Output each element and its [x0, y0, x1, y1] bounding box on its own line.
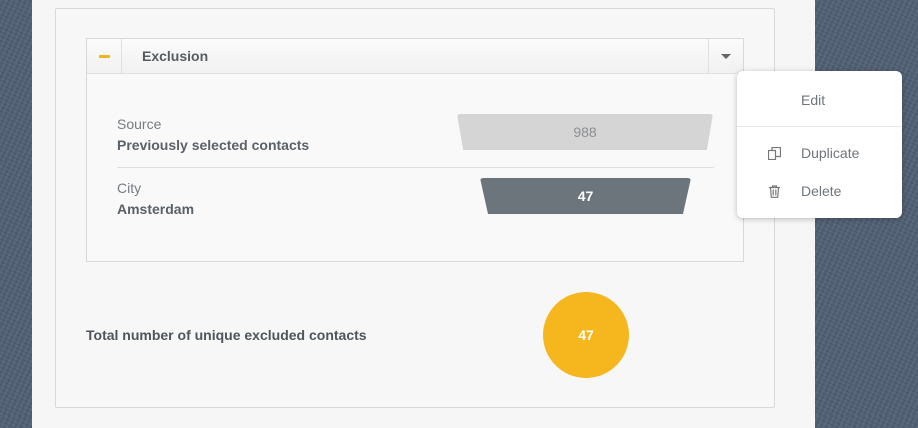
source-count: 988	[573, 124, 597, 140]
menu-item-duplicate[interactable]: Duplicate	[737, 138, 902, 168]
menu-item-edit[interactable]: Edit	[737, 85, 902, 115]
panel-context-menu: Edit Duplicate Delete	[737, 71, 902, 218]
chevron-down-icon	[721, 54, 731, 59]
total-count: 47	[578, 327, 594, 343]
row-divider	[117, 167, 714, 168]
city-count-bar: 47	[480, 178, 691, 214]
city-row: City Amsterdam 47	[117, 178, 714, 230]
minus-icon	[99, 55, 110, 58]
exclusion-card: Exclusion Source Previously selected con…	[55, 8, 775, 408]
total-label: Total number of unique excluded contacts	[86, 327, 367, 343]
source-value: Previously selected contacts	[117, 137, 310, 153]
source-label: Source	[117, 116, 162, 132]
city-label: City	[117, 180, 142, 196]
menu-divider	[737, 126, 902, 127]
panel-header: Exclusion	[87, 39, 743, 74]
menu-item-delete-label: Delete	[801, 183, 842, 199]
panel-menu-toggle[interactable]	[708, 39, 743, 73]
page-content: Exclusion Source Previously selected con…	[32, 0, 815, 428]
source-row: Source Previously selected contacts 988	[117, 114, 714, 166]
collapse-button[interactable]	[87, 39, 122, 73]
city-count: 47	[577, 188, 594, 204]
city-value: Amsterdam	[117, 201, 195, 217]
source-count-bar: 988	[457, 114, 713, 150]
duplicate-icon	[768, 147, 781, 160]
total-count-badge: 47	[543, 292, 629, 378]
menu-item-edit-label: Edit	[801, 92, 826, 108]
trash-icon	[769, 185, 780, 198]
menu-item-delete[interactable]: Delete	[737, 176, 902, 206]
exclusion-panel: Exclusion Source Previously selected con…	[86, 38, 744, 262]
menu-item-duplicate-label: Duplicate	[801, 145, 860, 161]
panel-title: Exclusion	[142, 48, 209, 64]
